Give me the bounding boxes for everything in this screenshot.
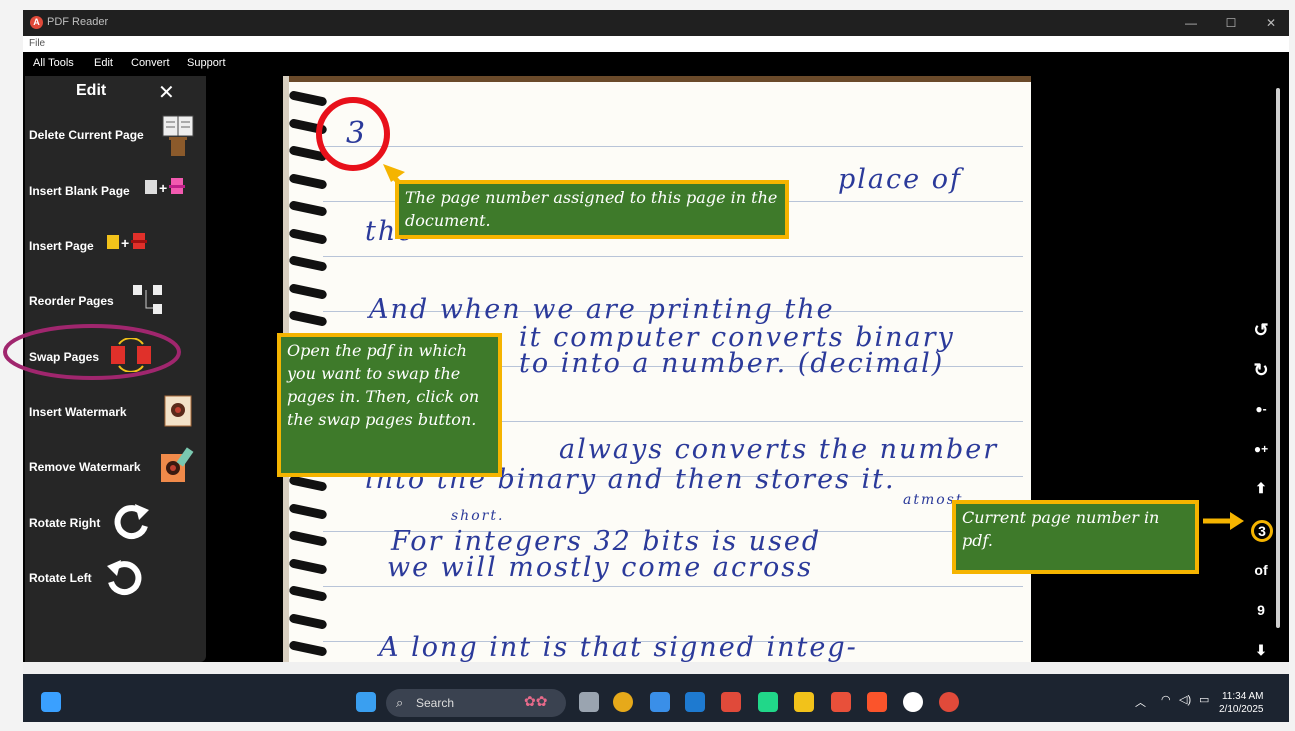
arrow-head [1230, 512, 1244, 530]
callout-page-number: The page number assigned to this page in… [395, 180, 789, 239]
callout-current-page: Current page number in pdf. [952, 500, 1199, 574]
callout-swap-pages: Open the pdf in which you want to swap t… [277, 333, 502, 477]
annotation-overlay [3, 324, 1244, 530]
swap-pages-highlight [3, 324, 181, 380]
